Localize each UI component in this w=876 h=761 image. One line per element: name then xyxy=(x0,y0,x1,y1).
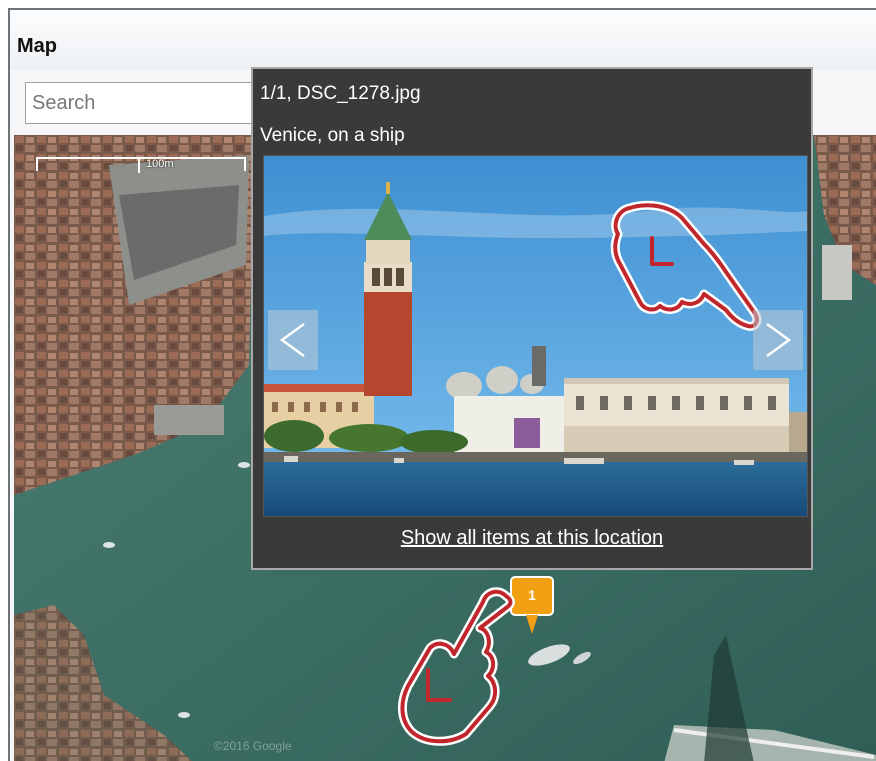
show-all-items-link[interactable]: Show all items at this location xyxy=(253,527,811,550)
popup-photo[interactable] xyxy=(263,155,808,517)
scale-tick xyxy=(138,159,140,173)
map-scale-bar: 100m xyxy=(36,157,246,173)
popup-caption: Venice, on a ship xyxy=(260,125,405,146)
map-watermark: ©2016 Google xyxy=(214,739,292,753)
previous-photo-button[interactable] xyxy=(268,310,318,370)
photo-popup: 1/1, DSC_1278.jpg Venice, on a ship Show… xyxy=(251,67,813,570)
map-window: Map Search 100m ©2016 Google 1 1/1, DSC_… xyxy=(8,8,876,761)
popup-counter: 1/1, DSC_1278.jpg xyxy=(260,83,421,104)
title-bar: Map xyxy=(10,10,876,70)
touch-hand-icon xyxy=(610,200,762,331)
search-input[interactable] xyxy=(25,82,265,124)
chevron-left-icon xyxy=(279,322,305,358)
chevron-right-icon xyxy=(766,322,792,358)
scale-label: 100m xyxy=(146,158,174,170)
touch-hand-icon xyxy=(398,587,515,746)
next-photo-button[interactable] xyxy=(753,310,803,370)
window-title: Map xyxy=(17,35,57,57)
